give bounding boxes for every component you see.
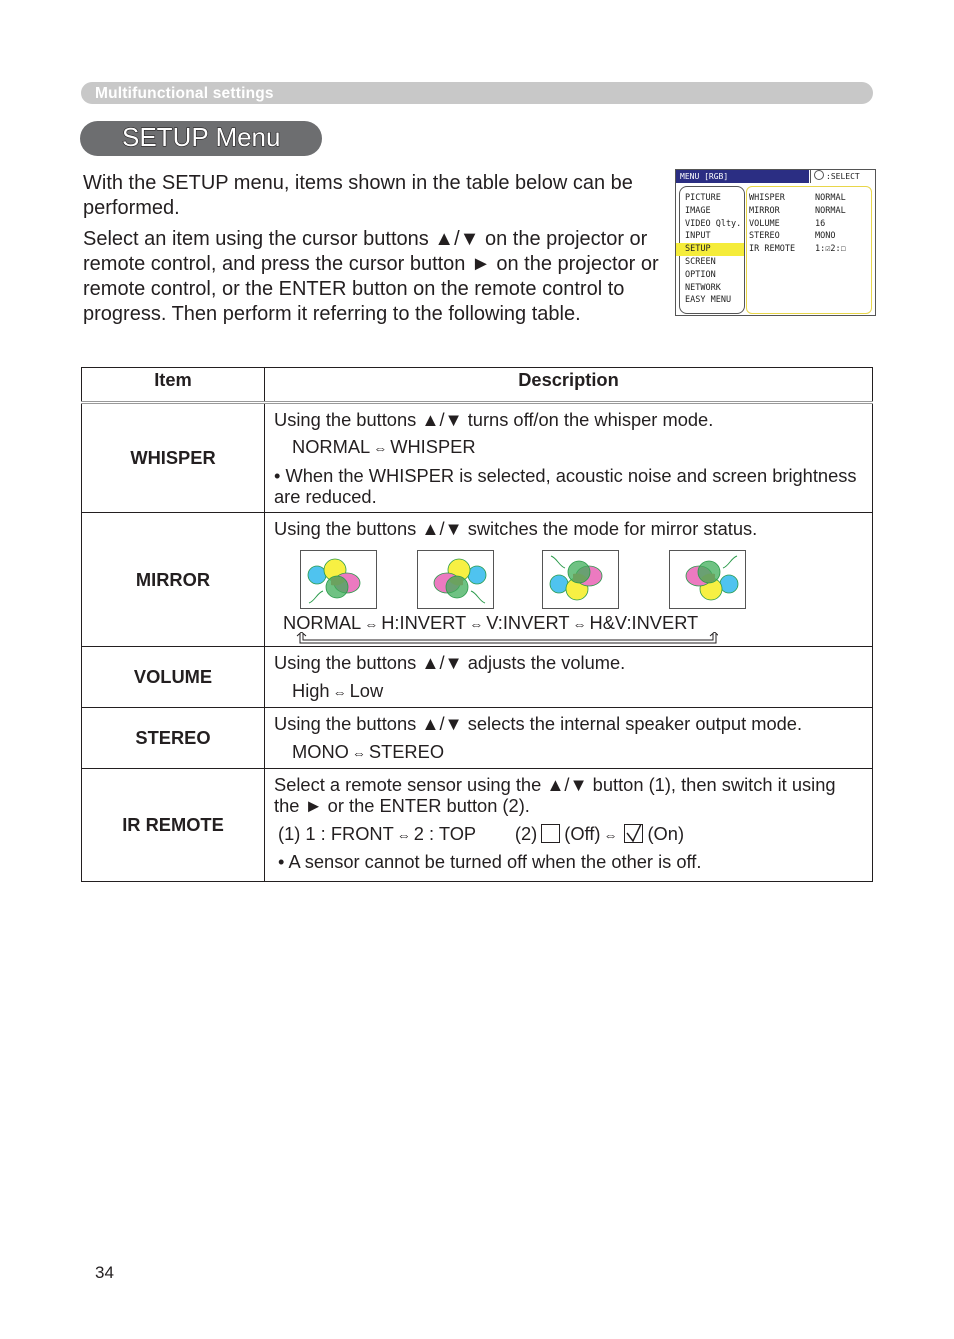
mirror-hinvert-image (417, 550, 494, 609)
double-arrow-icon: ⇔ (364, 616, 379, 632)
double-arrow-icon: ⇔ (396, 827, 411, 843)
osd-menu-item: SETUP (676, 243, 744, 256)
osd-left-panel: PICTURE IMAGE VIDEO Qlty. INPUT SETUP SCREEN O… (676, 186, 745, 314)
osd-menu-item: INPUT (685, 231, 711, 242)
osd-menu-item: SCREEN (685, 256, 716, 267)
osd-setting-key: VOLUME (749, 218, 780, 229)
osd-setting-row: WHISPER NORMAL (747, 192, 871, 205)
mirror-hvinvert-image (669, 550, 746, 609)
intro-paragraph-1: With the SETUP menu, items shown in the … (83, 172, 633, 219)
section-header: Multifunctional settings (95, 85, 274, 102)
osd-menu-item: VIDEO Qlty. (685, 218, 742, 229)
table-row: MIRROR Using the buttons ▲/▼ switches th… (81, 512, 873, 647)
osd-setting-row: IR REMOTE 1:☑2:☐ (747, 243, 871, 256)
osd-menu-screenshot: MENU [RGB] :SELECT PICTURE IMAGE VIDEO Qlt… (675, 169, 876, 316)
desc-ir-remote: Select a remote sensor using the ▲/▼ but… (264, 768, 873, 882)
item-mirror: MIRROR (81, 512, 265, 647)
mirror-line: Using the buttons ▲/▼ switches the mode … (274, 518, 758, 539)
mirror-normal-image (300, 550, 377, 609)
osd-menu-item: NETWORK (685, 282, 721, 293)
mirror-v-invert-graphic (549, 555, 603, 601)
osd-setting-key: IR REMOTE (749, 244, 796, 255)
page-title: SETUP Menu (121, 122, 281, 153)
checkbox-on-icon (624, 824, 644, 843)
double-arrow-icon: ⇔ (572, 616, 587, 632)
volume-line: Using the buttons ▲/▼ adjusts the volume… (274, 652, 626, 673)
desc-mirror: Using the buttons ▲/▼ switches the mode … (264, 512, 873, 647)
mirror-vinvert-image (542, 550, 619, 609)
desc-whisper: Using the buttons ▲/▼ turns off/on the w… (264, 402, 873, 513)
ir-note: • A sensor cannot be turned off when the… (278, 851, 702, 872)
osd-setting-row: STEREO MONO (747, 230, 871, 243)
stereo-line: Using the buttons ▲/▼ selects the intern… (274, 713, 803, 734)
osd-menu-item: IMAGE (685, 205, 711, 216)
setup-table: Item Description WHISPER Using the butto… (81, 367, 873, 882)
mirror-h-invert-graphic (433, 558, 487, 604)
whisper-options: NORMAL ⇔ WHISPER (292, 436, 476, 457)
ir-line: Select a remote sensor using the ▲/▼ but… (274, 774, 836, 816)
osd-menu-item: OPTION (685, 269, 716, 280)
osd-setting-value: MONO (815, 231, 836, 242)
whisper-note: • When the WHISPER is selected, acoustic… (274, 465, 857, 507)
table-row: IR REMOTE Select a remote sensor using t… (81, 768, 873, 882)
item-stereo: STEREO (81, 707, 265, 769)
osd-setting-value: NORMAL (815, 193, 846, 203)
osd-setting-key: MIRROR (749, 205, 780, 216)
osd-title-bar: MENU [RGB] (676, 170, 809, 183)
intro-paragraph-2: Select an item using the cursor buttons … (83, 228, 659, 325)
intro-text: With the SETUP menu, items shown in the … (83, 171, 663, 333)
whisper-line: Using the buttons ▲/▼ turns off/on the w… (274, 409, 714, 430)
osd-setting-value: NORMAL (815, 205, 846, 216)
osd-select-label: :SELECT (826, 172, 860, 181)
osd-setting-value: 16 (815, 218, 826, 229)
loop-back-arrow-icon (296, 632, 718, 644)
osd-setting-key: WHISPER (749, 193, 785, 203)
dial-icon (814, 170, 824, 180)
item-ir-remote: IR REMOTE (81, 768, 265, 882)
double-arrow-icon: ⇔ (469, 616, 484, 632)
item-whisper: WHISPER (81, 402, 265, 513)
page-title-pill: SETUP Menu (80, 121, 322, 156)
osd-setting-value: 1:☑2:☐ (815, 244, 846, 255)
osd-setting-row: VOLUME 16 (747, 218, 871, 231)
table-row: WHISPER Using the buttons ▲/▼ turns off/… (81, 402, 873, 513)
table-header-row: Item Description (81, 367, 873, 404)
table-row: STEREO Using the buttons ▲/▼ selects the… (81, 707, 873, 769)
osd-setting-key: STEREO (749, 231, 780, 242)
header-item: Item (81, 367, 265, 404)
osd-select-hint: :SELECT (810, 170, 875, 183)
osd-right-panel: WHISPER NORMAL MIRROR NORMAL VOLUME 16 STEREO M… (746, 186, 872, 314)
osd-menu-item: EASY MENU (685, 295, 732, 306)
ir-options: (1) 1 : FRONT ⇔ 2 : TOP (2) (Off) ⇔ (On) (278, 823, 685, 844)
table-row: VOLUME Using the buttons ▲/▼ adjusts the… (81, 646, 873, 708)
double-arrow-icon: ⇔ (351, 745, 366, 761)
double-arrow-icon: ⇔ (603, 827, 618, 843)
double-arrow-icon: ⇔ (373, 440, 388, 456)
mirror-hv-invert-graphic (685, 555, 739, 601)
desc-volume: Using the buttons ▲/▼ adjusts the volume… (264, 646, 873, 708)
section-header-bar: Multifunctional settings (81, 82, 873, 104)
volume-options: High ⇔ Low (292, 680, 384, 701)
page-number: 34 (95, 1263, 114, 1282)
item-volume: VOLUME (81, 646, 265, 708)
desc-stereo: Using the buttons ▲/▼ selects the intern… (264, 707, 873, 769)
osd-setting-row: MIRROR NORMAL (747, 205, 871, 218)
header-description: Description (264, 367, 873, 404)
double-arrow-icon: ⇔ (332, 684, 347, 700)
mirror-normal-graphic (307, 558, 361, 604)
checkbox-off-icon (541, 824, 561, 843)
stereo-options: MONO ⇔ STEREO (292, 741, 445, 762)
osd-menu-item: PICTURE (685, 193, 721, 203)
